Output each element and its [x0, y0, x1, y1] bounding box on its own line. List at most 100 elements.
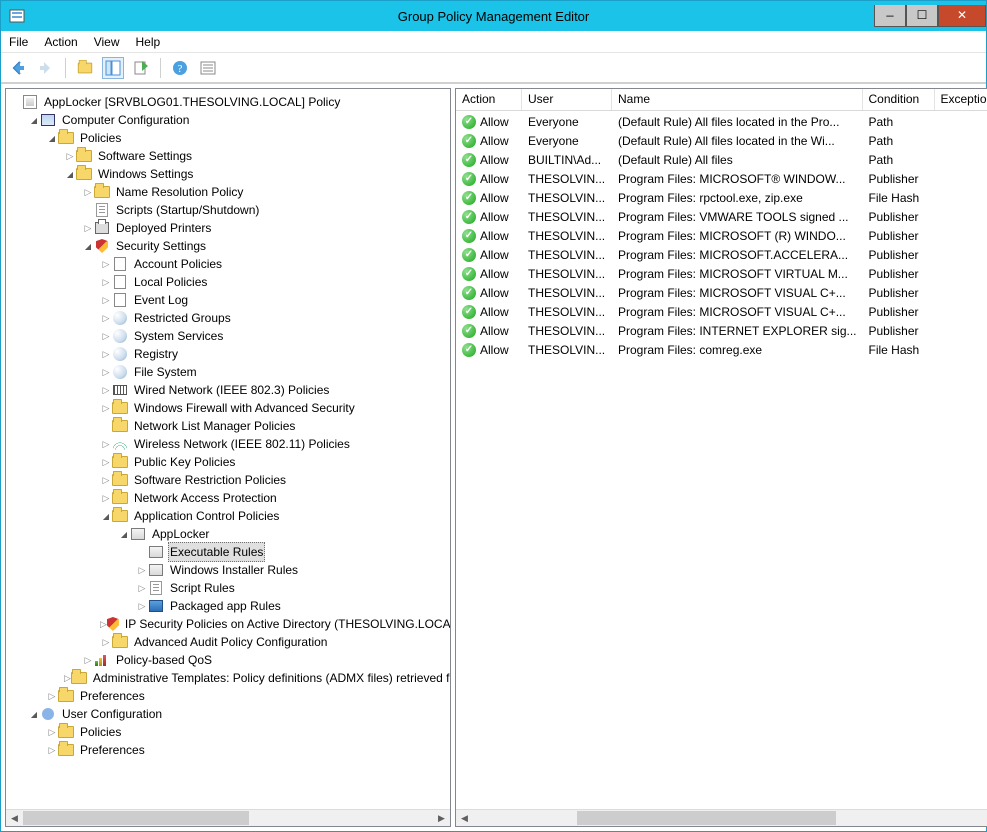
- tree-node[interactable]: User Configuration: [10, 705, 448, 723]
- column-user[interactable]: User: [522, 89, 612, 110]
- tree-twisty-icon[interactable]: [100, 273, 112, 291]
- tree-twisty-icon[interactable]: [82, 183, 94, 201]
- show-tree-button[interactable]: [102, 57, 124, 79]
- tree-scrollbar[interactable]: ◀ ▶: [6, 809, 450, 826]
- rule-row[interactable]: ✓AllowTHESOLVIN...Program Files: MICROSO…: [456, 169, 987, 188]
- tree-twisty-icon[interactable]: [46, 129, 58, 148]
- tree-twisty-icon[interactable]: [136, 597, 148, 615]
- tree-node[interactable]: Windows Firewall with Advanced Security: [10, 399, 448, 417]
- tree-twisty-icon[interactable]: [64, 147, 76, 165]
- tree-node[interactable]: Event Log: [10, 291, 448, 309]
- rule-row[interactable]: ✓AllowEveryone(Default Rule) All files l…: [456, 112, 987, 131]
- tree-node[interactable]: Network Access Protection: [10, 489, 448, 507]
- tree-twisty-icon[interactable]: [100, 453, 112, 471]
- tree-twisty-icon[interactable]: [100, 435, 112, 453]
- column-exceptions[interactable]: Exceptions: [935, 89, 987, 110]
- minimize-button[interactable]: —: [874, 5, 906, 27]
- export-button[interactable]: [130, 57, 152, 79]
- scroll-right-button[interactable]: ▶: [433, 810, 450, 826]
- tree-node[interactable]: Software Restriction Policies: [10, 471, 448, 489]
- tree-twisty-icon[interactable]: [100, 291, 112, 309]
- tree-node[interactable]: AppLocker: [10, 525, 448, 543]
- tree-twisty-icon[interactable]: [64, 165, 76, 184]
- tree-node[interactable]: Policy-based QoS: [10, 651, 448, 669]
- title-bar[interactable]: Group Policy Management Editor — ☐ ✕: [1, 1, 986, 31]
- rule-row[interactable]: ✓AllowTHESOLVIN...Program Files: rpctool…: [456, 188, 987, 207]
- tree-node[interactable]: Name Resolution Policy: [10, 183, 448, 201]
- rule-row[interactable]: ✓AllowTHESOLVIN...Program Files: MICROSO…: [456, 245, 987, 264]
- tree-node[interactable]: Application Control Policies: [10, 507, 448, 525]
- forward-button[interactable]: [35, 57, 57, 79]
- tree-node[interactable]: Restricted Groups: [10, 309, 448, 327]
- tree-twisty-icon[interactable]: [100, 327, 112, 345]
- tree-node[interactable]: Preferences: [10, 687, 448, 705]
- tree-twisty-icon[interactable]: [82, 651, 94, 669]
- tree-twisty-icon[interactable]: [136, 561, 148, 579]
- tree-twisty-icon[interactable]: [100, 345, 112, 363]
- menu-file[interactable]: File: [9, 35, 28, 49]
- properties-button[interactable]: [197, 57, 219, 79]
- tree-node[interactable]: Windows Settings: [10, 165, 448, 183]
- tree-twisty-icon[interactable]: [46, 741, 58, 759]
- tree-twisty-icon[interactable]: [100, 507, 112, 526]
- column-name[interactable]: Name: [612, 89, 863, 110]
- tree-node[interactable]: Advanced Audit Policy Configuration: [10, 633, 448, 651]
- menu-help[interactable]: Help: [136, 35, 161, 49]
- tree-twisty-icon[interactable]: [82, 219, 94, 237]
- tree-twisty-icon[interactable]: [64, 669, 71, 687]
- tree-node[interactable]: Computer Configuration: [10, 111, 448, 129]
- tree-node[interactable]: Account Policies: [10, 255, 448, 273]
- tree-node[interactable]: Preferences: [10, 741, 448, 759]
- rule-row[interactable]: ✓AllowTHESOLVIN...Program Files: INTERNE…: [456, 321, 987, 340]
- tree-node[interactable]: Administrative Templates: Policy definit…: [10, 669, 448, 687]
- tree-twisty-icon[interactable]: [100, 381, 112, 399]
- tree-node[interactable]: Network List Manager Policies: [10, 417, 448, 435]
- tree-twisty-icon[interactable]: [46, 687, 58, 705]
- tree-node[interactable]: Packaged app Rules: [10, 597, 448, 615]
- tree-twisty-icon[interactable]: [100, 633, 112, 651]
- policy-tree[interactable]: AppLocker [SRVBLOG01.THESOLVING.LOCAL] P…: [6, 89, 450, 763]
- tree-node[interactable]: Executable Rules: [10, 543, 448, 561]
- tree-node[interactable]: Scripts (Startup/Shutdown): [10, 201, 448, 219]
- column-condition[interactable]: Condition: [863, 89, 935, 110]
- tree-node[interactable]: Local Policies: [10, 273, 448, 291]
- tree-twisty-icon[interactable]: [28, 705, 40, 724]
- menu-action[interactable]: Action: [44, 35, 77, 49]
- help-button[interactable]: ?: [169, 57, 191, 79]
- menu-view[interactable]: View: [94, 35, 120, 49]
- tree-node[interactable]: Windows Installer Rules: [10, 561, 448, 579]
- tree-node[interactable]: Script Rules: [10, 579, 448, 597]
- tree-node[interactable]: Public Key Policies: [10, 453, 448, 471]
- scroll-left-button[interactable]: ◀: [6, 810, 23, 826]
- tree-twisty-icon[interactable]: [100, 309, 112, 327]
- rule-row[interactable]: ✓AllowEveryone(Default Rule) All files l…: [456, 131, 987, 150]
- scroll-left-button[interactable]: ◀: [456, 810, 473, 826]
- tree-twisty-icon[interactable]: [118, 525, 130, 544]
- tree-node[interactable]: Security Settings: [10, 237, 448, 255]
- rule-row[interactable]: ✓AllowTHESOLVIN...Program Files: comreg.…: [456, 340, 987, 359]
- rule-row[interactable]: ✓AllowTHESOLVIN...Program Files: MICROSO…: [456, 302, 987, 321]
- rule-row[interactable]: ✓AllowTHESOLVIN...Program Files: MICROSO…: [456, 283, 987, 302]
- tree-node[interactable]: System Services: [10, 327, 448, 345]
- tree-twisty-icon[interactable]: [82, 237, 94, 256]
- rule-row[interactable]: ✓AllowBUILTIN\Ad...(Default Rule) All fi…: [456, 150, 987, 169]
- tree-node[interactable]: Registry: [10, 345, 448, 363]
- list-header[interactable]: Action User Name Condition Exceptions: [456, 89, 987, 111]
- tree-node[interactable]: AppLocker [SRVBLOG01.THESOLVING.LOCAL] P…: [10, 93, 448, 111]
- tree-node[interactable]: IP Security Policies on Active Directory…: [10, 615, 448, 633]
- rule-row[interactable]: ✓AllowTHESOLVIN...Program Files: MICROSO…: [456, 226, 987, 245]
- tree-twisty-icon[interactable]: [100, 489, 112, 507]
- tree-node[interactable]: Deployed Printers: [10, 219, 448, 237]
- maximize-button[interactable]: ☐: [906, 5, 938, 27]
- tree-twisty-icon[interactable]: [100, 255, 112, 273]
- list-scrollbar[interactable]: ◀ ▶: [456, 809, 987, 826]
- tree-node[interactable]: Software Settings: [10, 147, 448, 165]
- tree-twisty-icon[interactable]: [100, 399, 112, 417]
- tree-twisty-icon[interactable]: [100, 471, 112, 489]
- tree-node[interactable]: Wired Network (IEEE 802.3) Policies: [10, 381, 448, 399]
- rule-row[interactable]: ✓AllowTHESOLVIN...Program Files: VMWARE …: [456, 207, 987, 226]
- up-button[interactable]: [74, 57, 96, 79]
- tree-twisty-icon[interactable]: [28, 111, 40, 130]
- tree-twisty-icon[interactable]: [100, 363, 112, 381]
- rule-row[interactable]: ✓AllowTHESOLVIN...Program Files: MICROSO…: [456, 264, 987, 283]
